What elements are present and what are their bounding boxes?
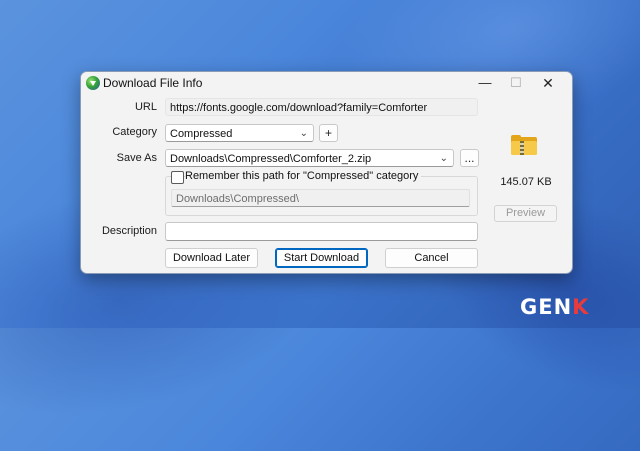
genk-logo: GENK <box>520 295 589 319</box>
url-label: URL <box>134 101 157 113</box>
save-as-value: Downloads\Compressed\Comforter_2.zip <box>170 153 372 165</box>
logo-main: GEN <box>520 295 573 319</box>
remember-path-field: Downloads\Compressed\ <box>171 189 470 207</box>
preview-button[interactable]: Preview <box>494 205 557 222</box>
title-bar[interactable]: Download File Info — ☐ ✕ <box>81 72 572 94</box>
download-file-info-dialog: Download File Info — ☐ ✕ URL https://fon… <box>80 71 573 274</box>
category-dropdown[interactable]: Compressed ⌄ <box>165 124 314 142</box>
add-category-button[interactable]: + <box>319 124 338 142</box>
save-as-label: Save As <box>116 152 157 164</box>
browse-button[interactable]: ... <box>460 149 479 167</box>
chevron-down-icon: ⌄ <box>439 153 448 164</box>
maximize-button[interactable]: ☐ <box>501 72 531 94</box>
logo-accent: K <box>572 295 590 319</box>
cancel-button[interactable]: Cancel <box>385 248 478 268</box>
close-button[interactable]: ✕ <box>533 72 563 94</box>
save-as-combobox[interactable]: Downloads\Compressed\Comforter_2.zip ⌄ <box>165 149 454 167</box>
remember-path-label[interactable]: Remember this path for "Compressed" cate… <box>185 170 422 182</box>
category-label: Category <box>112 126 157 138</box>
zip-folder-icon <box>511 135 537 155</box>
url-field[interactable]: https://fonts.google.com/download?family… <box>165 98 478 116</box>
remember-path-checkbox[interactable] <box>171 171 184 184</box>
window-title: Download File Info <box>103 76 203 90</box>
download-later-button[interactable]: Download Later <box>165 248 258 268</box>
idm-app-icon <box>86 76 100 90</box>
description-input[interactable] <box>165 222 478 241</box>
category-value: Compressed <box>170 128 233 140</box>
description-label: Description <box>101 225 157 237</box>
file-size: 145.07 KB <box>500 176 552 188</box>
chevron-down-icon: ⌄ <box>299 128 308 139</box>
minimize-button[interactable]: — <box>470 72 500 94</box>
start-download-button[interactable]: Start Download <box>275 248 368 268</box>
